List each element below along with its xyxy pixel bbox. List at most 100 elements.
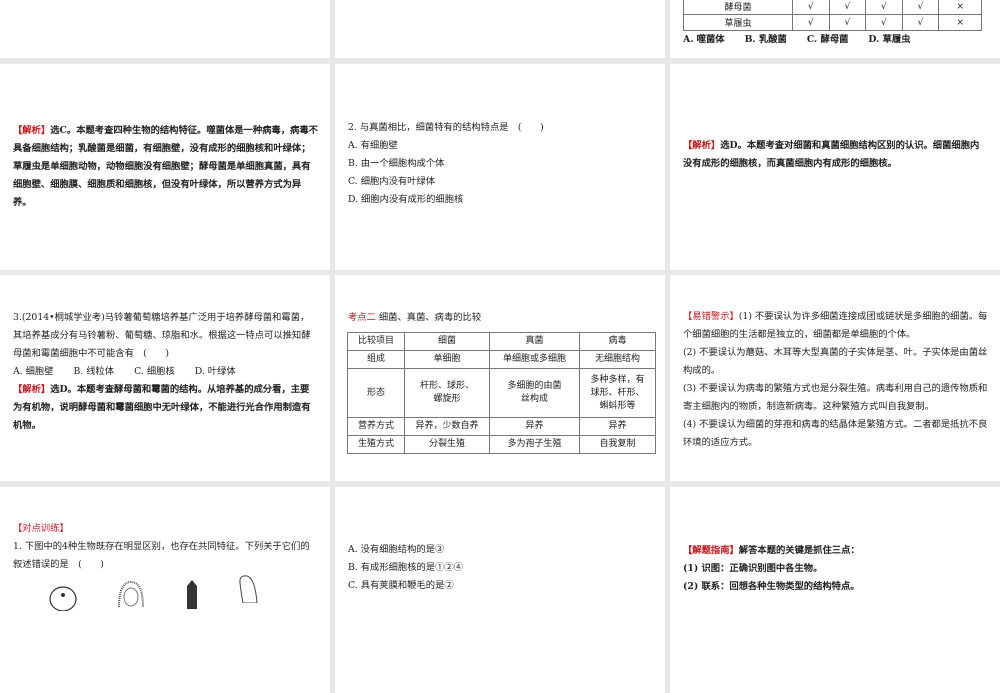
cell: 草履虫 <box>683 14 793 31</box>
training-block: 【对点训练】 1. 下图中的4种生物既存在明显区别，也存在共同特征。下列关于它们… <box>13 520 318 574</box>
cell: 单细胞或多细胞 <box>489 350 580 369</box>
option: D. 草履虫 <box>868 34 911 45</box>
analysis-text: 【解析】选D。本题考查对细菌和真菌细胞结构区别的认识。细菌细胞内没有成形的细胞核… <box>683 137 988 173</box>
analysis-body: 选D。本题考查对细菌和真菌细胞结构区别的认识。细菌细胞内没有成形的细胞核，而真菌… <box>683 140 980 169</box>
option: B. 线粒体 <box>73 366 115 377</box>
analysis-body: 选C。本题考查四种生物的结构特征。噬菌体是一种病毒，病毒不具备细胞结构；乳酸菌是… <box>13 125 318 208</box>
cell: × <box>938 0 982 15</box>
header-cell: 比较项目 <box>347 332 405 351</box>
table-row: 组成 单细胞 单细胞或多细胞 无细胞结构 <box>347 350 656 369</box>
cell: 无细胞结构 <box>579 350 656 369</box>
table-row: 草履虫 √ √ √ √ × <box>683 14 982 31</box>
cell: 异养 <box>579 417 656 436</box>
cell: 分裂生殖 <box>404 435 490 454</box>
analysis-body: 选D。本题考查酵母菌和霉菌的结构。从培养基的成分看，主要为有机物，说明酵母菌和霉… <box>13 384 311 431</box>
warning-tag: 【易错警示】 <box>683 311 739 322</box>
cell: 酵母菌 <box>683 0 793 15</box>
option: C. 细胞内没有叶绿体 <box>348 176 436 187</box>
cell: √ <box>791 14 830 31</box>
analysis-tag: 【解析】 <box>683 140 721 151</box>
option: B. 乳酸菌 <box>744 34 787 45</box>
analysis-tag: 【解析】 <box>13 125 51 136</box>
section-heading: 考点二 细菌、真菌、病毒的比较 <box>348 309 653 327</box>
table-row: 生殖方式 分裂生殖 多为孢子生殖 自我复制 <box>347 435 656 454</box>
warning-item: (3) 不要误认为病毒的繁殖方式也是分裂生殖。病毒利用自己的遗传物质和寄主细胞内… <box>683 383 988 412</box>
slide-thumbnail[interactable]: 酵母菌 √ √ √ √ × 草履虫 √ √ √ √ × A. 噬菌体 B. 乳酸菌… <box>670 0 1000 58</box>
option: A. 有细胞壁 <box>348 140 398 151</box>
option: B. 由一个细胞构成个体 <box>348 158 445 169</box>
slide-thumbnail[interactable] <box>335 0 665 58</box>
cell: √ <box>901 0 940 15</box>
question-text: 2. 与真菌相比，细菌特有的结构特点是 ( ) <box>348 122 544 133</box>
header-cell: 细菌 <box>404 332 490 351</box>
slide-thumbnail[interactable]: 【易错警示】(1) 不要误认为许多细菌连接成团或链状是多细胞的细菌。每个细菌细胞… <box>670 275 1000 481</box>
guide-item: (2) 联系：回想各种生物类型的结构特点。 <box>683 581 860 592</box>
cell: 杆形、球形、螺旋形 <box>404 368 490 418</box>
header-cell: 真菌 <box>489 332 580 351</box>
guide-tag: 【解题指南】 <box>683 545 739 556</box>
option: D. 叶绿体 <box>194 366 236 377</box>
organism-feature-table: 酵母菌 √ √ √ √ × 草履虫 √ √ √ √ × <box>683 0 982 31</box>
warning-block: 【易错警示】(1) 不要误认为许多细菌连接成团或链状是多细胞的细菌。每个细菌细胞… <box>683 308 988 452</box>
slide-thumbnail[interactable]: 2. 与真菌相比，细菌特有的结构特点是 ( ) A. 有细胞壁 B. 由一个细胞… <box>335 64 665 270</box>
question-block: 2. 与真菌相比，细菌特有的结构特点是 ( ) A. 有细胞壁 B. 由一个细胞… <box>348 119 653 209</box>
slide-thumbnail[interactable]: 考点二 细菌、真菌、病毒的比较 比较项目 细菌 真菌 病毒 组成 单细胞 单细胞… <box>335 275 665 481</box>
cell: 多细胞的由菌丝构成 <box>489 368 580 418</box>
cell: √ <box>865 0 903 15</box>
slide-thumbnail[interactable]: 【解题指南】解答本题的关键是抓住三点： (1) 识图：正确识别图中各生物。 (2… <box>670 487 1000 693</box>
cell: 形态 <box>347 368 405 418</box>
cell: 异养 <box>489 417 580 436</box>
heading-text: 细菌、真菌、病毒的比较 <box>378 312 482 323</box>
cell: √ <box>865 14 903 31</box>
warning-item: (4) 不要误认为细菌的芽孢和病毒的结晶体是繁殖方式。二者都是抵抗不良环境的适应… <box>683 419 988 448</box>
analysis-text: 【解析】选C。本题考查四种生物的结构特征。噬菌体是一种病毒，病毒不具备细胞结构；… <box>13 122 318 212</box>
option: B. 有成形细胞核的是①②④ <box>348 562 464 573</box>
cell: 多为孢子生殖 <box>489 435 580 454</box>
cell: 单细胞 <box>404 350 490 369</box>
slide-thumbnail[interactable]: 【解析】选D。本题考查对细菌和真菌细胞结构区别的认识。细菌细胞内没有成形的细胞核… <box>670 64 1000 270</box>
organism-1-illustration <box>49 586 77 611</box>
cell: 营养方式 <box>347 417 405 436</box>
cell: √ <box>791 0 830 15</box>
question-block: 3.(2014•桐城学业考)马铃薯葡萄糖培养基广泛用于培养酵母菌和霉菌，其培养基… <box>13 309 318 435</box>
heading-tag: 考点二 <box>348 312 376 323</box>
header-cell: 病毒 <box>579 332 656 351</box>
guide-block: 【解题指南】解答本题的关键是抓住三点： (1) 识图：正确识别图中各生物。 (2… <box>683 542 988 596</box>
table-header: 比较项目 细菌 真菌 病毒 <box>347 332 656 351</box>
cell: 组成 <box>347 350 405 369</box>
option: C. 具有荚膜和鞭毛的是② <box>348 580 454 591</box>
slide-thumbnail[interactable]: 3.(2014•桐城学业考)马铃薯葡萄糖培养基广泛用于培养酵母菌和霉菌，其培养基… <box>0 275 330 481</box>
slide-thumbnail[interactable]: 【解析】选C。本题考查四种生物的结构特征。噬菌体是一种病毒，病毒不具备细胞结构；… <box>0 64 330 270</box>
question-text: 1. 下图中的4种生物既存在明显区别，也存在共同特征。下列关于它们的叙述错误的是… <box>13 541 310 570</box>
slide-thumbnail[interactable] <box>0 0 330 58</box>
guide-item: (1) 识图：正确识别图中各生物。 <box>683 563 823 574</box>
table-row: 营养方式 异养，少数自养 异养 异养 <box>347 417 656 436</box>
cell: √ <box>828 14 867 31</box>
cell: 生殖方式 <box>347 435 405 454</box>
question-text: 3.(2014•桐城学业考)马铃薯葡萄糖培养基广泛用于培养酵母菌和霉菌，其培养基… <box>13 312 311 359</box>
organism-2-illustration <box>118 580 144 608</box>
cell: √ <box>901 14 940 31</box>
organism-4-illustration <box>239 575 258 603</box>
cell: 异养，少数自养 <box>404 417 490 436</box>
option: A. 细胞壁 <box>13 366 54 377</box>
table-row: 酵母菌 √ √ √ √ × <box>683 0 982 15</box>
analysis-tag: 【解析】 <box>13 384 51 395</box>
option: D. 细胞内没有成形的细胞核 <box>348 194 464 205</box>
option: A. 没有细胞结构的是③ <box>348 544 445 555</box>
answer-options: A. 噬菌体 B. 乳酸菌 C. 酵母菌 D. 草履虫 <box>683 31 988 49</box>
analysis-text: 【解析】选D。本题考查酵母菌和霉菌的结构。从培养基的成分看，主要为有机物，说明酵… <box>13 381 318 435</box>
answer-options: A. 细胞壁 B. 线粒体 C. 细胞核 D. 叶绿体 <box>13 363 318 381</box>
guide-intro: 解答本题的关键是抓住三点： <box>738 545 860 556</box>
training-tag: 【对点训练】 <box>13 523 69 534</box>
option: A. 噬菌体 <box>683 34 725 45</box>
option: C. 酵母菌 <box>806 34 849 45</box>
organism-3-illustration <box>187 580 197 609</box>
option: C. 细胞核 <box>134 366 175 377</box>
comparison-table: 比较项目 细菌 真菌 病毒 组成 单细胞 单细胞或多细胞 无细胞结构 形态 杆形… <box>347 332 656 454</box>
slide-thumbnail[interactable]: A. 没有细胞结构的是③ B. 有成形细胞核的是①②④ C. 具有荚膜和鞭毛的是… <box>335 487 665 693</box>
slide-thumbnail[interactable]: 【对点训练】 1. 下图中的4种生物既存在明显区别，也存在共同特征。下列关于它们… <box>0 487 330 693</box>
warning-item: (2) 不要误认为蘑菇、木耳等大型真菌的子实体是茎、叶。子实体是由菌丝构成的。 <box>683 347 988 376</box>
table-row: 形态 杆形、球形、螺旋形 多细胞的由菌丝构成 多种多样，有球形、杆形、蝌蚪形等 <box>347 368 656 418</box>
cell: 自我复制 <box>579 435 656 454</box>
